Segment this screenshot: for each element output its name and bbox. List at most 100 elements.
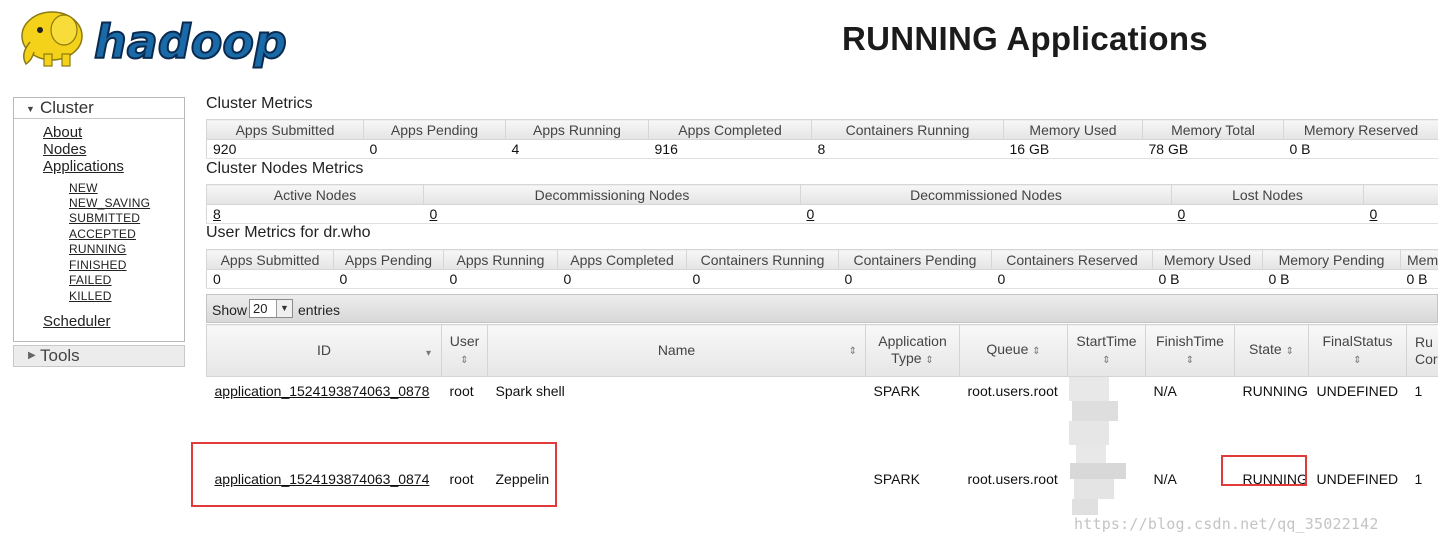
col-memory-total: Memory Total: [1142, 119, 1284, 140]
col-apps-running: Apps Running: [505, 119, 649, 140]
metric-value: 0: [686, 269, 839, 289]
tools-label: Tools: [40, 346, 80, 365]
col-header-application-type[interactable]: Application Type ⇕: [865, 324, 960, 377]
unhealthy-nodes-link[interactable]: 0: [1363, 204, 1438, 224]
col-header-name[interactable]: Name ⇕: [487, 324, 866, 377]
sidebar-link-scheduler[interactable]: Scheduler: [43, 313, 111, 330]
sidebar-link-about[interactable]: About: [43, 124, 82, 141]
col-running-label-2: Cor: [1415, 350, 1438, 367]
lost-nodes-link[interactable]: 0: [1171, 204, 1364, 224]
sidebar-state-finished[interactable]: FINISHED: [69, 258, 127, 272]
col-user-containers-running: Containers Running: [686, 249, 839, 270]
applications-table: ID ▾ User ⇕ Name ⇕ Application Type ⇕ Queue …: [206, 324, 1438, 541]
col-name-label: Name: [657, 342, 696, 358]
entries-value: 20: [253, 301, 268, 316]
sort-both-icon: ⇕: [1032, 346, 1041, 357]
cell-type: SPARK: [873, 383, 920, 399]
node-metrics-title: Cluster Nodes Metrics: [206, 160, 364, 177]
cell-state: RUNNING: [1242, 383, 1308, 399]
metric-value: 0 B: [1283, 139, 1438, 159]
col-header-user[interactable]: User ⇕: [441, 324, 488, 377]
sidebar-state-accepted[interactable]: ACCEPTED: [69, 227, 136, 241]
metric-value: 0 B: [1262, 269, 1401, 289]
col-start-label: StartTime: [1076, 332, 1137, 349]
col-lost-nodes: Lost Nodes: [1171, 184, 1364, 205]
sidebar-link-nodes[interactable]: Nodes: [43, 141, 86, 158]
col-user-memory-reserved: Memo: [1400, 249, 1438, 270]
col-id-label: ID: [317, 342, 331, 358]
sidebar-state-failed[interactable]: FAILED: [69, 273, 112, 287]
col-state-label: State: [1249, 341, 1282, 357]
decommissioning-nodes-link[interactable]: 0: [423, 204, 801, 224]
col-header-finalstatus[interactable]: FinalStatus ⇕: [1308, 324, 1407, 377]
col-decommissioned-nodes: Decommissioned Nodes: [800, 184, 1172, 205]
cell-running-containers: 1: [1414, 383, 1423, 399]
col-header-running-containers[interactable]: Ru Cor: [1406, 324, 1438, 377]
col-user-memory-pending: Memory Pending: [1262, 249, 1401, 270]
tools-accordion-header[interactable]: ▶ Tools: [13, 345, 185, 367]
sidebar-state-new-saving[interactable]: NEW_SAVING: [69, 196, 150, 210]
entries-select[interactable]: 20 ▼: [249, 299, 293, 318]
col-user-memory-used: Memory Used: [1152, 249, 1263, 270]
watermark: https://blog.csdn.net/qq_35022142: [1074, 515, 1379, 533]
col-decommissioning-nodes: Decommissioning Nodes: [423, 184, 801, 205]
cell-queue: root.users.root: [967, 471, 1058, 487]
chevron-down-icon: ▼: [276, 300, 292, 317]
triangle-right-icon: ▶: [28, 350, 36, 361]
col-apps-completed: Apps Completed: [648, 119, 812, 140]
col-final-label: FinalStatus: [1322, 332, 1393, 349]
col-type-label-1: Application: [878, 332, 947, 349]
cell-finishtime: N/A: [1153, 383, 1177, 399]
col-memory-reserved: Memory Reserved: [1283, 119, 1438, 140]
col-header-starttime[interactable]: StartTime ⇕: [1067, 324, 1146, 377]
col-queue-label: Queue: [986, 341, 1029, 357]
cluster-accordion-header[interactable]: ▼ Cluster: [14, 98, 184, 119]
col-header-id[interactable]: ID ▾: [206, 324, 442, 377]
metric-value: 0 B: [1400, 269, 1438, 289]
col-header-finishtime[interactable]: FinishTime ⇕: [1145, 324, 1235, 377]
sidebar-link-applications[interactable]: Applications: [43, 158, 124, 175]
sidebar-state-killed[interactable]: KILLED: [69, 289, 112, 303]
cluster-label: Cluster: [40, 98, 94, 117]
triangle-down-icon: ▼: [26, 104, 35, 114]
sort-both-icon: ⇕: [1285, 346, 1294, 357]
hadoop-logo: hadoop: [14, 2, 314, 74]
col-user-containers-reserved: Containers Reserved: [991, 249, 1153, 270]
col-header-state[interactable]: State ⇕: [1234, 324, 1309, 377]
sort-both-icon: ⇕: [1102, 354, 1111, 366]
sidebar-state-submitted[interactable]: SUBMITTED: [69, 211, 140, 225]
metric-value: 0 B: [1152, 269, 1263, 289]
sidebar-cluster-panel: ▼ Cluster About Nodes Applications NEW N…: [13, 97, 185, 342]
col-finish-label: FinishTime: [1156, 332, 1224, 349]
cell-finalstatus: UNDEFINED: [1316, 383, 1399, 399]
col-containers-running: Containers Running: [811, 119, 1004, 140]
col-user-apps-running: Apps Running: [443, 249, 558, 270]
hadoop-elephant-icon: hadoop: [21, 11, 288, 70]
sidebar-state-running[interactable]: RUNNING: [69, 242, 126, 256]
decommissioned-nodes-link[interactable]: 0: [800, 204, 1172, 224]
sidebar-state-new[interactable]: NEW: [69, 181, 98, 195]
metric-value: 920: [206, 139, 364, 159]
sort-both-icon: ⇕: [848, 346, 857, 357]
user-metrics-title: User Metrics for dr.who: [206, 224, 371, 241]
metric-value: 8: [811, 139, 1004, 159]
metric-value: 0: [206, 269, 334, 289]
show-label: Show: [212, 302, 248, 318]
page-title: RUNNING Applications: [842, 20, 1208, 57]
metric-value: 78 GB: [1142, 139, 1284, 159]
user-metrics-table: Apps Submitted Apps Pending Apps Running…: [206, 249, 1438, 289]
col-memory-used: Memory Used: [1003, 119, 1143, 140]
col-active-nodes: Active Nodes: [206, 184, 424, 205]
col-header-queue[interactable]: Queue ⇕: [959, 324, 1068, 377]
sort-both-icon: ⇕: [460, 354, 469, 366]
col-user-apps-submitted: Apps Submitted: [206, 249, 334, 270]
metric-value: 0: [557, 269, 687, 289]
logo-text: hadoop: [94, 15, 287, 69]
col-user-label: User: [449, 332, 480, 349]
col-running-label-1: Ru: [1415, 333, 1433, 350]
cluster-metrics-title: Cluster Metrics: [206, 95, 313, 112]
sort-both-icon: ⇕: [1353, 354, 1362, 366]
highlight-running-state: [1221, 455, 1307, 486]
metric-value: 916: [648, 139, 812, 159]
active-nodes-link[interactable]: 8: [206, 204, 424, 224]
